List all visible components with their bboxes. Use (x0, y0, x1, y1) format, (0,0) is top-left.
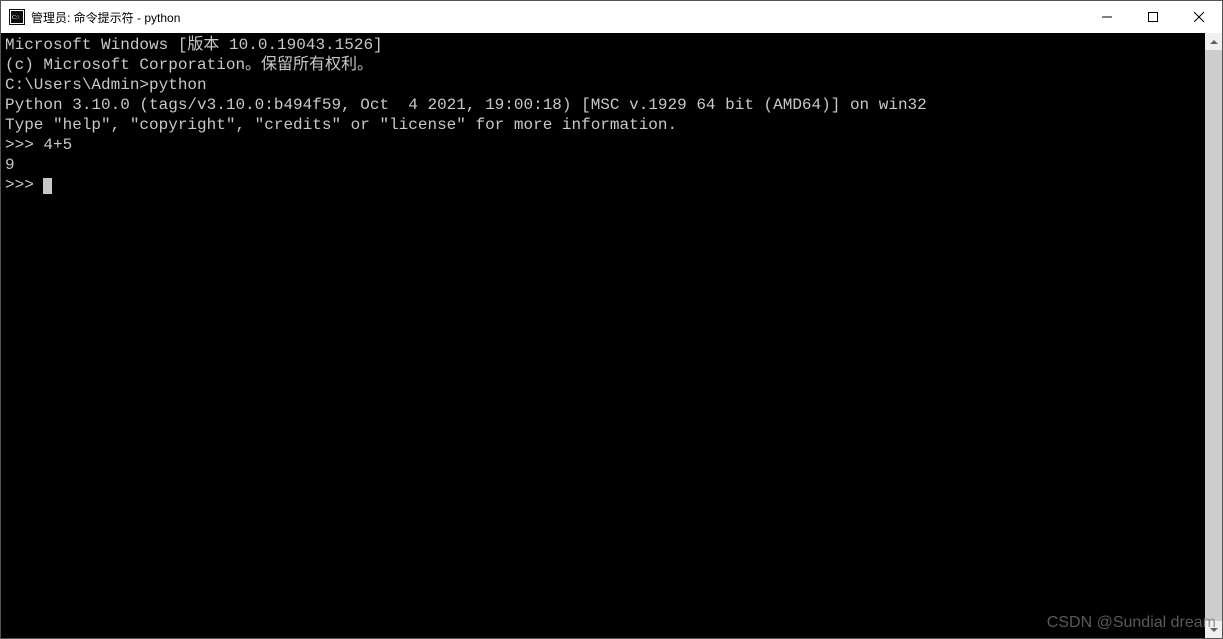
terminal-line: Python 3.10.0 (tags/v3.10.0:b494f59, Oct… (5, 95, 1205, 115)
terminal-line: C:\Users\Admin>python (5, 75, 1205, 95)
scroll-up-button[interactable] (1205, 33, 1222, 50)
terminal[interactable]: Microsoft Windows [版本 10.0.19043.1526](c… (1, 33, 1205, 638)
vertical-scrollbar[interactable] (1205, 33, 1222, 638)
terminal-line: Type "help", "copyright", "credits" or "… (5, 115, 1205, 135)
client-area: Microsoft Windows [版本 10.0.19043.1526](c… (1, 33, 1222, 638)
maximize-button[interactable] (1130, 1, 1176, 33)
cmd-icon: C:\ (9, 9, 25, 25)
cmd-window: C:\ 管理员: 命令提示符 - python Microsoft Window… (0, 0, 1223, 639)
terminal-line: >>> (5, 175, 1205, 195)
terminal-line: 9 (5, 155, 1205, 175)
terminal-line: >>> 4+5 (5, 135, 1205, 155)
minimize-button[interactable] (1084, 1, 1130, 33)
scroll-down-button[interactable] (1205, 621, 1222, 638)
cursor (43, 178, 52, 194)
close-button[interactable] (1176, 1, 1222, 33)
svg-text:C:\: C:\ (12, 15, 20, 21)
scroll-thumb[interactable] (1205, 50, 1222, 621)
window-title: 管理员: 命令提示符 - python (31, 9, 180, 26)
terminal-line: (c) Microsoft Corporation。保留所有权利。 (5, 55, 1205, 75)
scroll-track[interactable] (1205, 50, 1222, 621)
titlebar[interactable]: C:\ 管理员: 命令提示符 - python (1, 1, 1222, 33)
terminal-line: Microsoft Windows [版本 10.0.19043.1526] (5, 35, 1205, 55)
